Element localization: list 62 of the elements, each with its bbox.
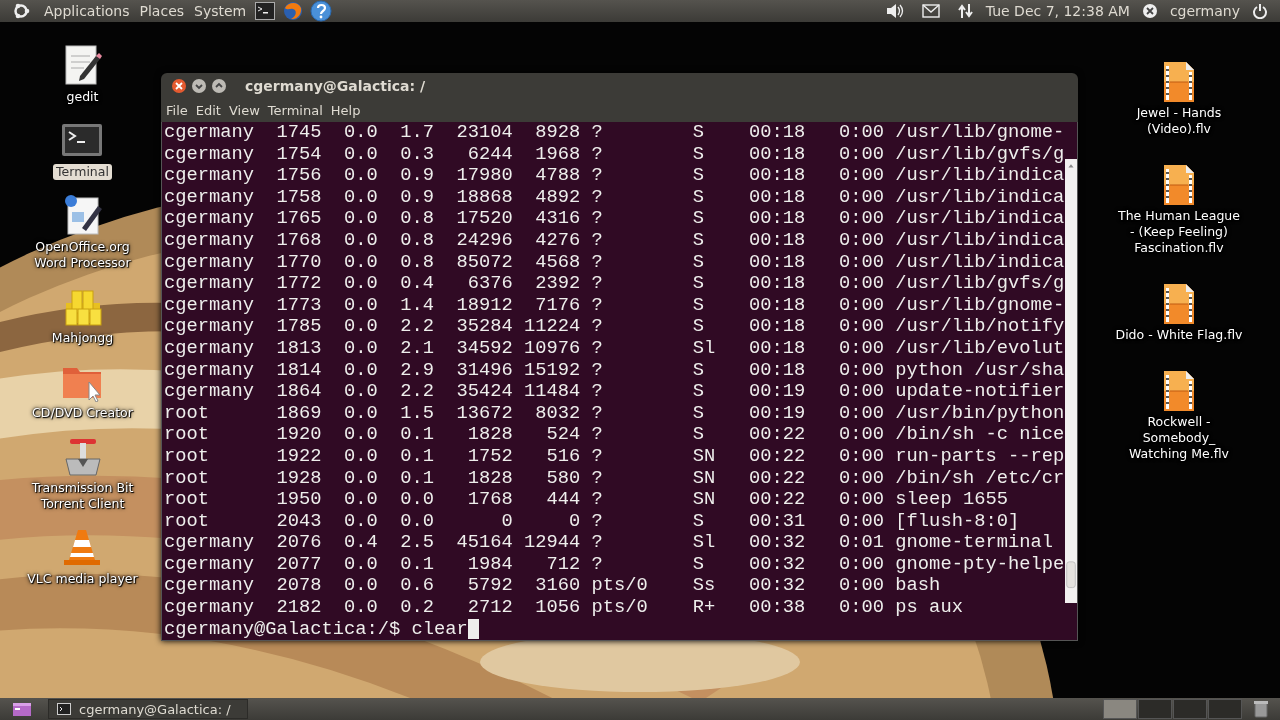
menu-item[interactable]: File <box>166 102 188 118</box>
terminal-line: cgermany 1745 0.0 1.7 23104 8928 ? S 00:18 0:00 /usr/lib/gnome- <box>164 122 1064 144</box>
terminal-line: cgermany 2182 0.0 0.2 2712 1056 pts/0 R+ 00:38 0:00 ps aux <box>164 597 964 619</box>
volume-icon[interactable] <box>885 3 904 19</box>
chat-status-icon[interactable] <box>1141 3 1158 19</box>
terminal-line: cgermany 2076 0.4 2.5 45164 12944 ? Sl 00:32 0:01 gnome-terminal <box>164 532 1054 554</box>
command-prompt[interactable]: cgermany@Galactica:/$ clear <box>164 618 468 641</box>
workspace-switcher-cell[interactable] <box>1103 699 1137 719</box>
show-desktop-icon[interactable] <box>12 701 32 717</box>
menu-item[interactable]: View <box>228 102 260 118</box>
text-cursor <box>467 619 479 640</box>
terminal-icon <box>57 703 71 715</box>
terminal-line: cgermany 1813 0.0 2.1 34592 10976 ? Sl 00:18 0:00 /usr/lib/evolut <box>164 337 1064 360</box>
icon-label[interactable]: The Human League - (Keep Feeling) Fascination.flv <box>1115 208 1243 256</box>
clock[interactable]: Tue Dec 7, 12:38 AM <box>985 3 1130 19</box>
terminal-line: cgermany 1754 0.0 0.3 6244 1968 ? S 00:18 0:00 /usr/lib/gvfs/g <box>164 143 1064 166</box>
terminal-line: root 1928 0.0 0.1 1828 580 ? SN 00:22 0:00 /bin/sh /etc/cr <box>164 467 1064 490</box>
terminal-line: cgermany 1768 0.0 0.8 24296 4276 ? S 00:18 0:00 /usr/lib/indica <box>164 229 1064 252</box>
terminal-line: cgermany 1758 0.0 0.9 18868 4892 ? S 00:18 0:00 /usr/lib/indica <box>164 186 1064 209</box>
help-icon[interactable] <box>310 0 333 22</box>
logo-icon[interactable] <box>12 2 30 20</box>
maximize-button[interactable] <box>211 77 227 94</box>
trash-icon[interactable] <box>1254 700 1268 718</box>
icon-label[interactable]: Jewel - Hands (Video).flv <box>1133 105 1225 137</box>
icon-label[interactable]: Terminal <box>53 164 112 180</box>
user-menu[interactable]: cgermany <box>1169 3 1240 19</box>
terminal-line: cgermany 1772 0.0 0.4 6376 2392 ? S 00:18 0:00 /usr/lib/gvfs/g <box>164 273 1064 295</box>
terminal-line: root 1950 0.0 0.0 1768 444 ? SN 00:22 0:00 sleep 1655 <box>164 489 1009 511</box>
terminal-line: cgermany 1785 0.0 2.2 35284 11224 ? S 00:18 0:00 /usr/lib/notify <box>164 316 1064 338</box>
terminal-line: cgermany 1773 0.0 1.4 18912 7176 ? S 00:18 0:00 /usr/lib/gnome- <box>164 294 1064 317</box>
terminal-line: cgermany 1770 0.0 0.8 85072 4568 ? S 00:18 0:00 /usr/lib/indica <box>164 251 1064 274</box>
panel-menu[interactable]: Applications <box>42 3 132 19</box>
icon-label[interactable]: Dido - White Flag.flv <box>1112 327 1246 343</box>
menu-item[interactable]: Terminal <box>267 102 323 118</box>
menu-item[interactable]: Help <box>330 102 361 118</box>
terminal-line: cgermany 2077 0.0 0.1 1984 712 ? S 00:32 0:00 gnome-pty-helpe <box>164 553 1064 576</box>
terminal-line: root 1922 0.0 0.1 1752 516 ? SN 00:22 0:00 run-parts --rep <box>164 445 1064 468</box>
power-icon[interactable] <box>1252 3 1268 19</box>
taskbar-button[interactable]: cgermany@Galactica: / <box>48 699 248 719</box>
terminal-line: cgermany 1814 0.0 2.9 31496 15192 ? S 00:18 0:00 python /usr/sha <box>164 359 1064 382</box>
terminal-line: cgermany 1864 0.0 2.2 35424 11484 ? S 00:19 0:00 update-notifier <box>164 381 1064 403</box>
terminal-line: root 2043 0.0 0.0 0 0 ? S 00:31 0:00 [flush-8:0] <box>164 510 1021 533</box>
close-button[interactable] <box>171 77 187 94</box>
terminal-line: root 1920 0.0 0.1 1828 524 ? S 00:22 0:00 /bin/sh -c nice <box>164 424 1064 446</box>
minimize-button[interactable] <box>191 77 207 94</box>
workspace-switcher-cell[interactable] <box>1208 699 1242 719</box>
icon-label[interactable]: gedit <box>63 89 102 105</box>
panel-menu[interactable]: System <box>192 3 249 19</box>
icon-label[interactable]: Rockwell - Somebody_ Watching Me.flv <box>1126 414 1232 462</box>
terminal-icon[interactable] <box>254 0 277 22</box>
terminal-line: cgermany 1765 0.0 0.8 17520 4316 ? S 00:18 0:00 /usr/lib/indica <box>164 208 1064 230</box>
terminal-line: cgermany 1756 0.0 0.9 17980 4788 ? S 00:18 0:00 /usr/lib/indica <box>164 165 1064 187</box>
network-icon[interactable] <box>957 3 974 19</box>
workspace-switcher-cell[interactable] <box>1173 699 1207 719</box>
browser-icon[interactable] <box>282 0 305 22</box>
terminal-line: root 1869 0.0 1.5 13672 8032 ? S 00:19 0:00 /usr/bin/python <box>164 402 1064 425</box>
panel-menu[interactable]: Places <box>137 3 187 19</box>
workspace-switcher-cell[interactable] <box>1138 699 1172 719</box>
mail-icon[interactable] <box>921 4 940 18</box>
menu-item[interactable]: Edit <box>195 102 221 118</box>
terminal-line: cgermany 2078 0.0 0.6 5792 3160 pts/0 Ss 00:32 0:00 bash <box>164 575 942 598</box>
window-title: cgermany@Galactica: / <box>245 77 426 94</box>
